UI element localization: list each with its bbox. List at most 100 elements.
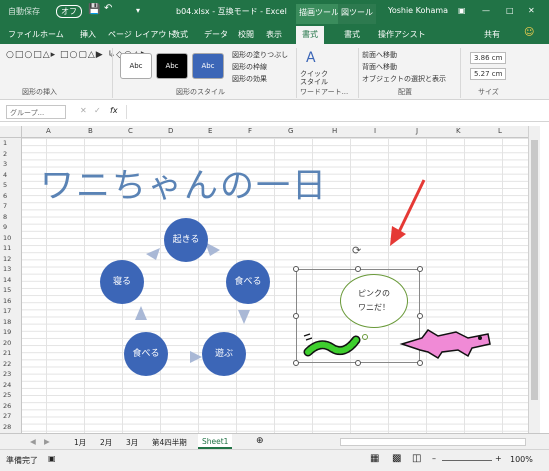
- col-E[interactable]: E: [208, 127, 212, 135]
- row-header[interactable]: 10: [3, 234, 11, 242]
- fx-icon[interactable]: fx: [110, 106, 118, 115]
- macro-record-icon[interactable]: ▣: [48, 454, 56, 463]
- tab-data[interactable]: データ: [204, 29, 228, 40]
- sheet-tab-feb[interactable]: 2月: [100, 437, 112, 448]
- row-header[interactable]: 1: [3, 139, 7, 147]
- resize-handle[interactable]: [293, 266, 299, 272]
- zoom-level[interactable]: 100%: [510, 455, 533, 464]
- page-break-view-icon[interactable]: ◫: [412, 453, 421, 464]
- formula-input[interactable]: [126, 105, 540, 119]
- resize-handle[interactable]: [417, 360, 423, 366]
- tab-page-layout[interactable]: ページ レイアウト: [108, 29, 174, 40]
- row-header[interactable]: 22: [3, 360, 11, 368]
- col-B[interactable]: B: [88, 127, 93, 135]
- green-caterpillar-image[interactable]: [302, 330, 362, 360]
- add-sheet-icon[interactable]: ⊕: [256, 436, 264, 446]
- next-sheet-icon[interactable]: ▶: [44, 437, 50, 446]
- zoom-in-icon[interactable]: +: [495, 454, 502, 463]
- resize-handle[interactable]: [355, 266, 361, 272]
- row-header[interactable]: 7: [3, 202, 7, 210]
- send-backward-button[interactable]: 背面へ移動: [362, 62, 397, 72]
- cycle-node-wake[interactable]: 起きる: [164, 218, 208, 262]
- resize-handle[interactable]: [417, 313, 423, 319]
- tell-me-box[interactable]: 操作アシスト: [378, 29, 426, 40]
- minimize-icon[interactable]: —: [482, 6, 490, 15]
- prev-sheet-icon[interactable]: ◀: [30, 437, 36, 446]
- height-field[interactable]: 3.86 cm: [470, 52, 507, 64]
- resize-handle[interactable]: [293, 360, 299, 366]
- title-wordart[interactable]: ワニちゃんの一日: [40, 158, 328, 207]
- row-header[interactable]: 13: [3, 265, 11, 273]
- zoom-slider[interactable]: [442, 460, 492, 461]
- zoom-out-icon[interactable]: –: [432, 454, 436, 463]
- row-header[interactable]: 26: [3, 402, 11, 410]
- cycle-node-eat1[interactable]: 食べる: [226, 260, 270, 304]
- row-header[interactable]: 6: [3, 192, 7, 200]
- row-header[interactable]: 23: [3, 370, 11, 378]
- row-header[interactable]: 21: [3, 349, 11, 357]
- tab-format-drawing[interactable]: 書式: [296, 26, 324, 44]
- row-header[interactable]: 28: [3, 423, 11, 431]
- save-icon[interactable]: 💾: [88, 4, 100, 15]
- row-header[interactable]: 20: [3, 339, 11, 347]
- row-header[interactable]: 18: [3, 318, 11, 326]
- pink-crocodile-image[interactable]: [398, 324, 494, 360]
- undo-icon[interactable]: ↶: [104, 3, 112, 14]
- row-header[interactable]: 15: [3, 286, 11, 294]
- sheet-tab-jan[interactable]: 1月: [74, 437, 86, 448]
- row-header[interactable]: 5: [3, 181, 7, 189]
- row-header[interactable]: 3: [3, 160, 7, 168]
- tab-view[interactable]: 表示: [266, 29, 282, 40]
- normal-view-icon[interactable]: ▦: [370, 453, 379, 464]
- cycle-node-sleep[interactable]: 寝る: [100, 260, 144, 304]
- col-A[interactable]: A: [46, 127, 51, 135]
- row-header[interactable]: 12: [3, 255, 11, 263]
- quick-style-icon[interactable]: A: [306, 50, 316, 66]
- tab-format-picture[interactable]: 書式: [344, 29, 360, 40]
- bring-forward-button[interactable]: 前面へ移動: [362, 50, 397, 60]
- col-C[interactable]: C: [128, 127, 133, 135]
- cycle-node-play[interactable]: 遊ぶ: [202, 332, 246, 376]
- customize-icon[interactable]: ▾: [136, 6, 140, 15]
- style-white[interactable]: Abc: [120, 53, 152, 79]
- col-L[interactable]: L: [498, 127, 502, 135]
- tab-home[interactable]: ホーム: [40, 29, 64, 40]
- style-blue[interactable]: Abc: [192, 53, 224, 79]
- col-I[interactable]: I: [374, 127, 376, 135]
- shape-fill-button[interactable]: 図形の塗りつぶし: [232, 50, 288, 60]
- tab-file[interactable]: ファイル: [8, 29, 40, 40]
- width-field[interactable]: 5.27 cm: [470, 68, 507, 80]
- rotate-handle-icon[interactable]: ⟳: [352, 244, 361, 257]
- col-D[interactable]: D: [168, 127, 173, 135]
- shape-effect-button[interactable]: 図形の効果: [232, 74, 267, 84]
- maximize-icon[interactable]: □: [506, 6, 514, 15]
- col-H[interactable]: H: [332, 127, 337, 135]
- row-header[interactable]: 27: [3, 412, 11, 420]
- selection-pane-button[interactable]: オブジェクトの選択と表示: [362, 74, 446, 84]
- row-header[interactable]: 4: [3, 171, 7, 179]
- user-name[interactable]: Yoshie Kohama: [388, 6, 448, 15]
- quick-style-button[interactable]: クイック スタイル: [300, 70, 328, 86]
- row-header[interactable]: 9: [3, 223, 7, 231]
- resize-handle[interactable]: [355, 360, 361, 366]
- row-header[interactable]: 16: [3, 297, 11, 305]
- col-F[interactable]: F: [248, 127, 252, 135]
- col-K[interactable]: K: [456, 127, 461, 135]
- row-header[interactable]: 19: [3, 328, 11, 336]
- row-header[interactable]: 17: [3, 307, 11, 315]
- tab-review[interactable]: 校閲: [238, 29, 254, 40]
- enter-icon[interactable]: ✓: [94, 106, 101, 115]
- cancel-icon[interactable]: ✕: [80, 106, 87, 115]
- ribbon-display-icon[interactable]: ▣: [458, 6, 466, 15]
- vertical-scroll-thumb[interactable]: [531, 140, 538, 400]
- thought-bubble[interactable]: ピンクの ワニだ！: [340, 274, 408, 328]
- tab-insert[interactable]: 挿入: [80, 29, 96, 40]
- col-G[interactable]: G: [288, 127, 293, 135]
- row-header[interactable]: 2: [3, 150, 7, 158]
- page-layout-view-icon[interactable]: ▩: [392, 453, 401, 464]
- resize-handle[interactable]: [293, 313, 299, 319]
- smiley-icon[interactable]: ☺: [524, 27, 534, 38]
- row-header[interactable]: 25: [3, 391, 11, 399]
- shape-outline-button[interactable]: 図形の枠線: [232, 62, 267, 72]
- row-header[interactable]: 11: [3, 244, 11, 252]
